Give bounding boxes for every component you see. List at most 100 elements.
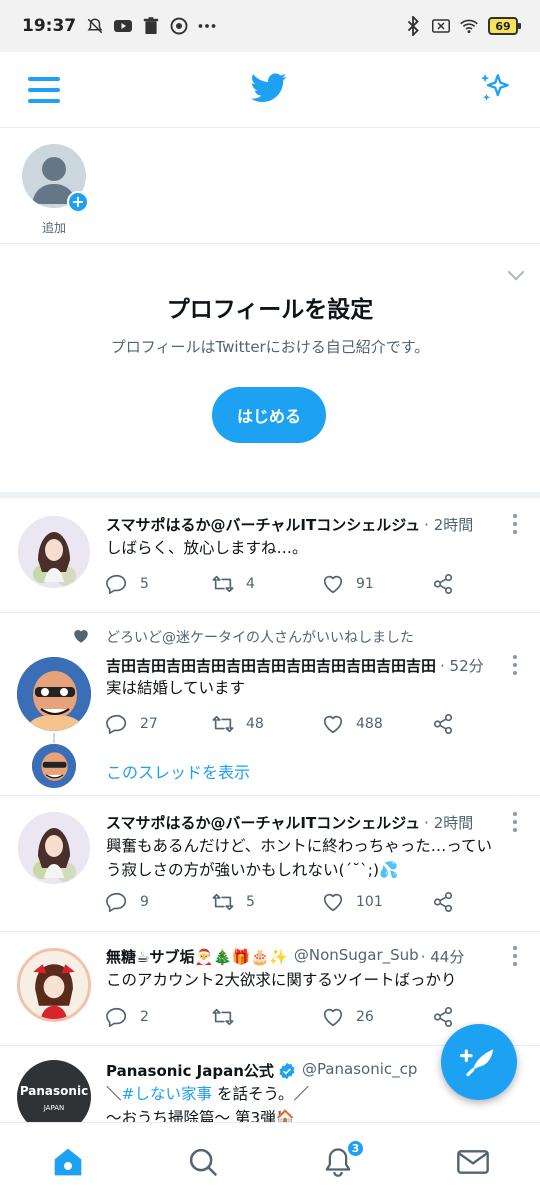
tweet-time: · 2時間: [424, 516, 474, 534]
share-icon: [433, 1007, 453, 1027]
tweet-text-line: 興奮もあるんだけど、ホントに終わっちゃった…ってい: [106, 837, 492, 855]
reply-icon: [106, 892, 127, 912]
tweet-time: · 44分: [420, 948, 465, 966]
retweet-button[interactable]: 4: [212, 573, 255, 595]
start-button[interactable]: はじめる: [212, 387, 326, 443]
no-sim-icon: [432, 17, 450, 35]
status-bar: 19:37 69: [0, 0, 540, 52]
plus-icon[interactable]: +: [67, 191, 89, 213]
avatar-logo-subtext: JAPAN: [43, 1104, 65, 1112]
nav-notifications[interactable]: 3: [270, 1123, 405, 1200]
tweet-card[interactable]: スマサポはるか@バーチャルITコンシェルジュ · 2時間 興奮もあるんだけど、ホ…: [0, 796, 540, 932]
avatar[interactable]: [17, 948, 91, 1022]
tweet-author-handle: @Panasonic_cp: [301, 1060, 418, 1078]
thread-avatar[interactable]: [32, 744, 76, 788]
feather-plus-icon: [460, 1049, 494, 1077]
heart-icon: [323, 575, 343, 594]
heart-icon: [323, 893, 343, 912]
home-icon: [54, 1148, 81, 1175]
reply-count: 9: [140, 894, 149, 910]
prompt-subtitle: プロフィールはTwitterにおける自己紹介です。: [110, 338, 430, 356]
tweet-text-line: ～おうち掃除篇～ 第3弾🏠: [106, 1109, 296, 1122]
tweet-text: 興奮もあるんだけど、ホントに終わっちゃった…ってい う寂しさの方が強いかもしれな…: [106, 834, 516, 882]
like-button[interactable]: 91: [322, 573, 374, 595]
tweet-author-name[interactable]: スマサポはるか@バーチャルITコンシェルジュ: [106, 514, 420, 536]
heart-icon: [323, 1008, 343, 1027]
like-button[interactable]: 26: [322, 1006, 374, 1028]
youtube-icon: [114, 17, 133, 35]
profile-setup-prompt: プロフィールを設定 プロフィールはTwitterにおける自己紹介です。 はじめる: [0, 244, 540, 498]
search-icon: [189, 1148, 217, 1176]
reply-count: 5: [140, 576, 149, 592]
compose-tweet-button[interactable]: [441, 1024, 517, 1100]
more-dots-icon: [198, 17, 216, 35]
share-button[interactable]: [432, 713, 454, 735]
tweet-card[interactable]: どろいど@迷ケータイの人さんがいいねしました 吉田吉田吉田吉田吉田吉田吉田吉田吉…: [0, 613, 540, 796]
reply-count: 27: [140, 716, 158, 732]
reply-button[interactable]: 9: [106, 891, 149, 913]
show-thread-link[interactable]: このスレッドを表示: [106, 759, 250, 783]
avatar-logo-text: Panasonic: [19, 1084, 89, 1098]
tweet-author-name[interactable]: 吉田吉田吉田吉田吉田吉田吉田吉田吉田吉田吉田: [106, 655, 436, 677]
tweet-text-suffix: を話そう。／: [212, 1085, 310, 1103]
nav-search[interactable]: [135, 1123, 270, 1200]
nav-home[interactable]: [0, 1123, 135, 1200]
reply-button[interactable]: 5: [106, 573, 149, 595]
messages-icon: [456, 1149, 489, 1174]
tweet-author-name[interactable]: 無糖☕サブ垢🎅🎄🎁🎂✨: [106, 946, 288, 968]
wifi-icon: [460, 17, 478, 35]
twitter-bird-icon[interactable]: [251, 72, 287, 107]
like-button[interactable]: 488: [322, 713, 383, 735]
more-options-icon[interactable]: [512, 812, 518, 832]
chevron-down-icon[interactable]: [507, 263, 525, 281]
tweet-author-name[interactable]: Panasonic Japan公式: [106, 1060, 274, 1082]
share-button[interactable]: [432, 891, 454, 913]
retweet-count: 5: [246, 894, 255, 910]
share-button[interactable]: [432, 573, 454, 595]
reply-button[interactable]: 27: [106, 713, 158, 735]
retweet-button[interactable]: 5: [212, 891, 255, 913]
more-options-icon[interactable]: [512, 946, 518, 966]
tweet-author-name[interactable]: スマサポはるか@バーチャルITコンシェルジュ: [106, 812, 420, 834]
retweet-icon: [212, 715, 234, 733]
reply-icon: [106, 714, 127, 734]
tweet-text: このアカウント2大欲求に関するツイートばっかり: [106, 971, 457, 989]
retweet-button[interactable]: [212, 1006, 246, 1028]
avatar[interactable]: [18, 812, 90, 884]
like-count: 488: [356, 716, 383, 732]
add-fleet-label: 追加: [41, 221, 66, 235]
retweet-icon: [212, 893, 234, 911]
liked-heart-icon: [72, 627, 90, 649]
mute-icon: [86, 17, 104, 35]
sparkle-icon[interactable]: [478, 71, 512, 109]
like-count: 101: [356, 894, 383, 910]
retweet-icon: [212, 1008, 234, 1026]
share-icon: [433, 574, 453, 594]
avatar[interactable]: Panasonic JAPAN: [17, 1060, 91, 1122]
hashtag-link[interactable]: #しない家事: [122, 1085, 213, 1103]
more-options-icon[interactable]: [512, 514, 518, 534]
avatar[interactable]: [18, 516, 90, 588]
verified-badge-icon: [278, 1060, 296, 1082]
reply-button[interactable]: 2: [106, 1006, 149, 1028]
retweet-button[interactable]: 48: [212, 713, 264, 735]
social-context[interactable]: どろいど@迷ケータイの人さんがいいねしました: [106, 627, 414, 647]
reply-count: 2: [140, 1009, 149, 1025]
tweet-time: · 52分: [440, 657, 484, 675]
hamburger-icon[interactable]: [28, 76, 60, 103]
tweet-text: しばらく、放心しますね…。: [106, 539, 308, 557]
fleets-bar: + 追加: [0, 128, 540, 244]
notification-badge: 3: [346, 1139, 365, 1158]
more-options-icon[interactable]: [512, 655, 518, 675]
tweet-author-handle: @NonSugar_Sub: [293, 946, 419, 964]
status-time: 19:37: [22, 16, 77, 36]
like-button[interactable]: 101: [322, 891, 383, 913]
like-count: 26: [356, 1009, 374, 1025]
heart-icon: [323, 715, 343, 734]
nav-messages[interactable]: [405, 1123, 540, 1200]
share-button[interactable]: [432, 1006, 454, 1028]
tweet-card[interactable]: スマサポはるか@バーチャルITコンシェルジュ · 2時間 しばらく、放心しますね…: [0, 498, 540, 613]
top-app-bar: [0, 52, 540, 128]
tweet-text: 実は結婚しています: [106, 679, 246, 697]
avatar[interactable]: [17, 657, 91, 731]
